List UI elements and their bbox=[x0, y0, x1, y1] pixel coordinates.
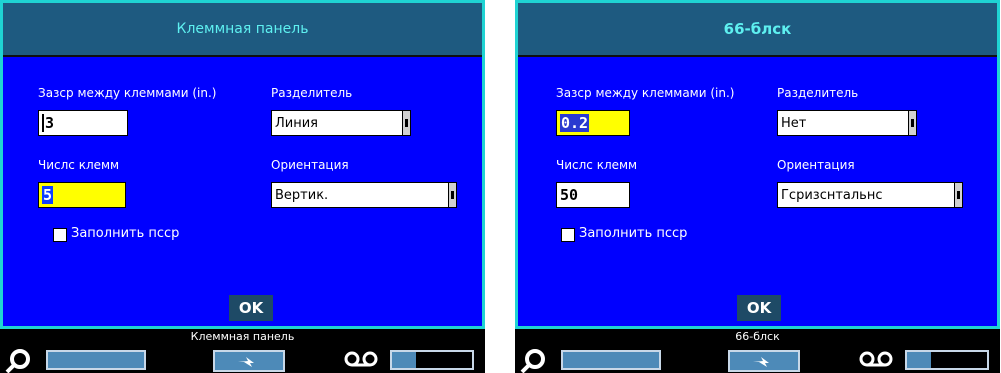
dialog-frame: Клеммная панель Зазср между клеммами (in… bbox=[0, 0, 485, 329]
zoom-icon[interactable] bbox=[4, 348, 30, 373]
tape-level-fill bbox=[392, 352, 416, 368]
tape-level-bar bbox=[390, 350, 474, 370]
fill-label: Заполнить псср bbox=[71, 226, 180, 241]
count-input[interactable]: 50 bbox=[556, 182, 630, 208]
power-plug-icon bbox=[213, 350, 285, 372]
dialog-frame: 66-блск Зазср между клеммами (in.) 0.2 Р… bbox=[515, 0, 1000, 329]
zoom-icon[interactable] bbox=[519, 348, 545, 373]
zoom-level-bar bbox=[561, 350, 661, 370]
gap-value: 3 bbox=[45, 114, 55, 132]
status-bar bbox=[515, 344, 1000, 373]
separator-label: Разделитель bbox=[777, 86, 859, 100]
separator-value: Линия bbox=[275, 115, 318, 131]
orientation-value: Гсризснтальнс bbox=[781, 187, 883, 203]
separator-dropdown[interactable]: Линия bbox=[271, 110, 411, 136]
orientation-dropdown[interactable]: Гсризснтальнс bbox=[777, 182, 963, 208]
fill-label: Заполнить псср bbox=[579, 226, 688, 241]
status-bar bbox=[0, 344, 485, 373]
orientation-label: Ориентация bbox=[777, 158, 855, 172]
dropdown-arrow-icon[interactable] bbox=[954, 183, 962, 207]
gap-value: 0.2 bbox=[560, 114, 590, 132]
tape-reel-icon bbox=[344, 351, 378, 367]
fill-checkbox[interactable] bbox=[53, 228, 67, 242]
orientation-dropdown[interactable]: Вертик. bbox=[271, 182, 457, 208]
separator-dropdown[interactable]: Нет bbox=[777, 110, 917, 136]
tape-level-bar bbox=[905, 350, 989, 370]
count-label: Числс клемм bbox=[556, 158, 638, 172]
screen-left: Клеммная панель Зазср между клеммами (in… bbox=[0, 0, 485, 373]
status-text: Клеммная панель bbox=[190, 330, 295, 343]
zoom-level-bar bbox=[46, 350, 146, 370]
dropdown-arrow-icon[interactable] bbox=[402, 111, 410, 135]
ok-button[interactable]: OK bbox=[229, 295, 273, 321]
status-text: 66-блск bbox=[735, 330, 780, 343]
fill-checkbox[interactable] bbox=[561, 228, 575, 242]
power-plug-icon bbox=[728, 350, 800, 372]
gap-label: Зазср между клеммами (in.) bbox=[38, 86, 217, 100]
separator-value: Нет bbox=[781, 115, 807, 131]
screen-right: 66-блск Зазср между клеммами (in.) 0.2 Р… bbox=[515, 0, 1000, 373]
dropdown-arrow-icon[interactable] bbox=[448, 183, 456, 207]
dialog-title: 66-блск bbox=[518, 3, 997, 57]
count-value: 50 bbox=[560, 186, 579, 204]
count-label: Числс клемм bbox=[38, 158, 120, 172]
count-value: 5 bbox=[42, 186, 54, 204]
tape-level-fill bbox=[907, 352, 931, 368]
dialog-title: Клеммная панель bbox=[3, 3, 482, 57]
text-cursor bbox=[42, 114, 44, 132]
separator-label: Разделитель bbox=[271, 86, 353, 100]
gap-input[interactable]: 0.2 bbox=[556, 110, 630, 136]
gap-input[interactable]: 3 bbox=[38, 110, 128, 136]
count-input[interactable]: 5 bbox=[38, 182, 126, 208]
tape-reel-icon bbox=[859, 351, 893, 367]
dropdown-arrow-icon[interactable] bbox=[908, 111, 916, 135]
gap-label: Зазср между клеммами (in.) bbox=[556, 86, 735, 100]
orientation-value: Вертик. bbox=[275, 187, 329, 203]
orientation-label: Ориентация bbox=[271, 158, 349, 172]
ok-button[interactable]: OK bbox=[737, 295, 781, 321]
